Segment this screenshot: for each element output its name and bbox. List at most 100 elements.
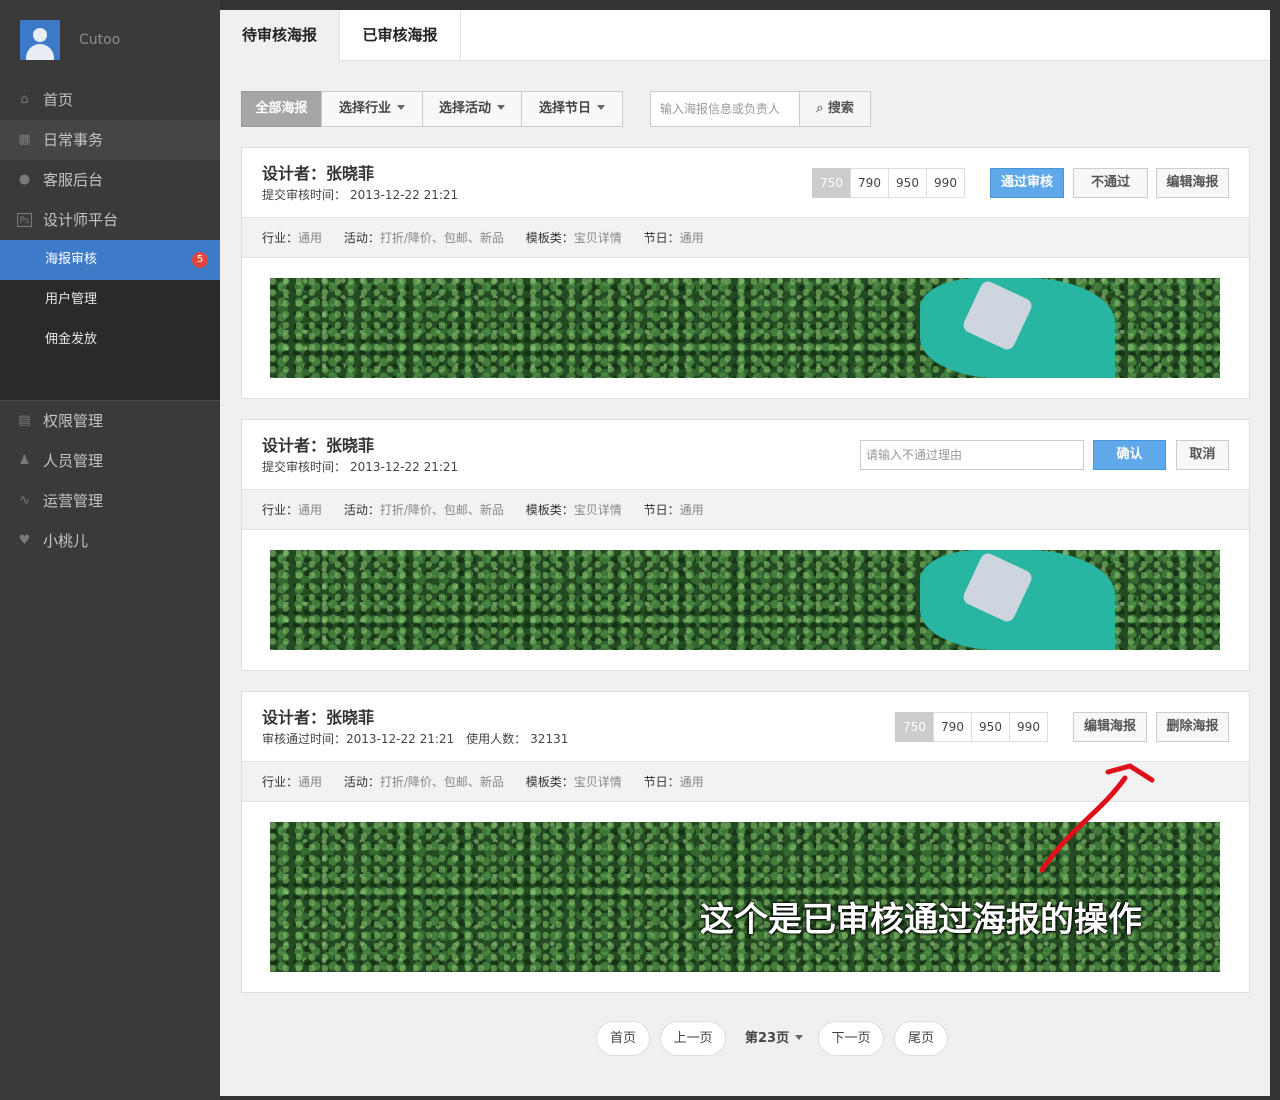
poster-image[interactable] — [270, 278, 1220, 378]
holiday-label: 节日： — [643, 775, 680, 789]
cancel-button[interactable]: 取消 — [1176, 440, 1229, 470]
sidebar-item-label: 佣金发放 — [45, 332, 98, 347]
sidebar-item-poster-review[interactable]: 海报审核 5 — [0, 240, 220, 280]
size-selector: 750 790 950 990 — [812, 168, 965, 198]
holiday-label: 节日： — [643, 231, 680, 245]
size-option[interactable]: 750 — [812, 168, 851, 198]
poster-card-reject: 设计者：张晓菲 提交审核时间： 2013-12-22 21:21 请输入不通过理由… — [241, 419, 1250, 671]
chat-icon: ● — [18, 172, 31, 187]
approved-meta: 审核通过时间：2013-12-22 21:21 使用人数： 32131 — [262, 730, 568, 747]
designer-label: 设计者： — [262, 164, 327, 183]
dropdown-label: 选择行业 — [338, 101, 391, 116]
sidebar-item-staff[interactable]: ♟ 人员管理 — [0, 441, 220, 481]
filter-activity-dropdown[interactable]: 选择活动 — [422, 91, 522, 127]
poster-tags: 行业：通用 活动：打折/降价、包邮、新品 模板类：宝贝详情 节日：通用 — [242, 218, 1249, 258]
poster-card-pending: 设计者：张晓菲 提交审核时间： 2013-12-22 21:21 750 790 … — [241, 147, 1250, 399]
activity-label: 活动： — [343, 775, 380, 789]
activity-label: 活动： — [343, 503, 380, 517]
template-value: 宝贝详情 — [573, 231, 622, 245]
approved-time-label: 审核通过时间： — [262, 732, 347, 746]
tab-reviewed[interactable]: 已审核海报 — [340, 10, 461, 61]
sidebar-item-label: 用户管理 — [45, 292, 98, 307]
size-option[interactable]: 950 — [888, 168, 927, 198]
sidebar-item-label: 日常事务 — [43, 131, 104, 149]
page-selector[interactable]: 第23页 — [745, 1021, 804, 1056]
template-label: 模板类： — [525, 503, 574, 517]
edit-poster-button[interactable]: 编辑海报 — [1073, 712, 1147, 742]
search-input[interactable]: 输入海报信息或负责人 — [650, 91, 800, 127]
filter-all-button[interactable]: 全部海报 — [241, 91, 322, 127]
prev-page-button[interactable]: 上一页 — [660, 1021, 726, 1056]
submit-time-value: 2013-12-22 21:21 — [350, 188, 459, 202]
designer-name: 设计者：张晓菲 — [262, 160, 374, 184]
search-button[interactable]: ⌕ 搜索 — [799, 91, 871, 127]
reject-reason-input[interactable]: 请输入不通过理由 — [860, 440, 1084, 470]
holiday-label: 节日： — [643, 503, 680, 517]
pulse-icon: ∿ — [19, 493, 30, 508]
avatar[interactable] — [20, 20, 60, 60]
tab-pending[interactable]: 待审核海报 — [220, 10, 340, 61]
size-option[interactable]: 790 — [933, 712, 972, 742]
sidebar-item-label: 运营管理 — [43, 492, 104, 510]
sidebar-item-label: 首页 — [43, 91, 74, 109]
sidebar-item-user-management[interactable]: 用户管理 — [0, 280, 220, 320]
size-selector: 750 790 950 990 — [895, 712, 1048, 742]
dropdown-label: 选择节日 — [538, 101, 591, 116]
main-content: 待审核海报 已审核海报 全部海报 选择行业 选择活动 选择节日 输入海报信息或负… — [220, 10, 1270, 1096]
annotation-arrow-icon — [1039, 763, 1155, 873]
annotation-text: 这个是已审核通过海报的操作 — [700, 900, 1142, 940]
size-option[interactable]: 790 — [850, 168, 889, 198]
sidebar-item-permissions[interactable]: ▤ 权限管理 — [0, 401, 220, 441]
calendar-icon: ▦ — [18, 132, 31, 147]
designer-value: 张晓菲 — [326, 164, 375, 183]
activity-value: 打折/降价、包邮、新品 — [379, 775, 504, 789]
size-option[interactable]: 990 — [926, 168, 965, 198]
size-option[interactable]: 990 — [1009, 712, 1048, 742]
search-button-label: 搜索 — [827, 101, 854, 116]
sidebar-item-home[interactable]: ⌂ 首页 — [0, 80, 220, 120]
users-count-value: 32131 — [530, 732, 569, 746]
edit-poster-button[interactable]: 编辑海报 — [1156, 168, 1229, 198]
approve-button[interactable]: 通过审核 — [990, 168, 1064, 198]
sidebar-item-xiaotaoer[interactable]: ♥ 小桃儿 — [0, 521, 220, 561]
template-label: 模板类： — [525, 775, 574, 789]
designer-label: 设计者： — [262, 436, 327, 455]
designer-name: 设计者：张晓菲 — [262, 704, 374, 728]
sidebar-item-label: 人员管理 — [43, 452, 104, 470]
chevron-down-icon — [497, 105, 505, 110]
home-icon: ⌂ — [20, 92, 29, 107]
sidebar: Cutoo ⌂ 首页 ▦ 日常事务 ● 客服后台 Ps 设计师平台 海报审核 5… — [0, 0, 220, 1100]
tab-bar: 待审核海报 已审核海报 — [220, 10, 1270, 61]
sidebar-item-daily-affairs[interactable]: ▦ 日常事务 — [0, 120, 220, 160]
chevron-down-icon — [795, 1035, 804, 1040]
template-value: 宝贝详情 — [573, 503, 622, 517]
next-page-button[interactable]: 下一页 — [818, 1021, 884, 1056]
industry-value: 通用 — [298, 503, 323, 517]
poster-image[interactable] — [270, 550, 1220, 650]
sidebar-item-designer-platform[interactable]: Ps 设计师平台 — [0, 200, 220, 240]
ps-icon: Ps — [17, 213, 32, 227]
submit-time: 提交审核时间： 2013-12-22 21:21 — [262, 458, 458, 475]
sidebar-item-commission[interactable]: 佣金发放 — [0, 320, 220, 360]
sidebar-item-label: 客服后台 — [43, 171, 104, 189]
industry-value: 通用 — [298, 775, 323, 789]
dropdown-label: 选择活动 — [438, 101, 491, 116]
first-page-button[interactable]: 首页 — [596, 1021, 650, 1056]
size-option[interactable]: 950 — [971, 712, 1010, 742]
last-page-button[interactable]: 尾页 — [894, 1021, 948, 1056]
card-header: 设计者：张晓菲 审核通过时间：2013-12-22 21:21 使用人数： 3213… — [242, 692, 1249, 762]
holiday-value: 通用 — [679, 231, 704, 245]
confirm-button[interactable]: 确认 — [1093, 440, 1166, 470]
size-option[interactable]: 750 — [895, 712, 934, 742]
filter-holiday-dropdown[interactable]: 选择节日 — [521, 91, 623, 127]
sidebar-item-operations[interactable]: ∿ 运营管理 — [0, 481, 220, 521]
sidebar-item-label: 小桃儿 — [43, 532, 89, 550]
delete-poster-button[interactable]: 删除海报 — [1156, 712, 1229, 742]
activity-label: 活动： — [343, 231, 380, 245]
reject-button[interactable]: 不通过 — [1073, 168, 1148, 198]
sidebar-item-label: 海报审核 — [45, 252, 98, 267]
user-panel: Cutoo — [0, 0, 220, 80]
sidebar-item-customer-service[interactable]: ● 客服后台 — [0, 160, 220, 200]
person-icon: ♟ — [18, 453, 31, 468]
filter-industry-dropdown[interactable]: 选择行业 — [321, 91, 423, 127]
